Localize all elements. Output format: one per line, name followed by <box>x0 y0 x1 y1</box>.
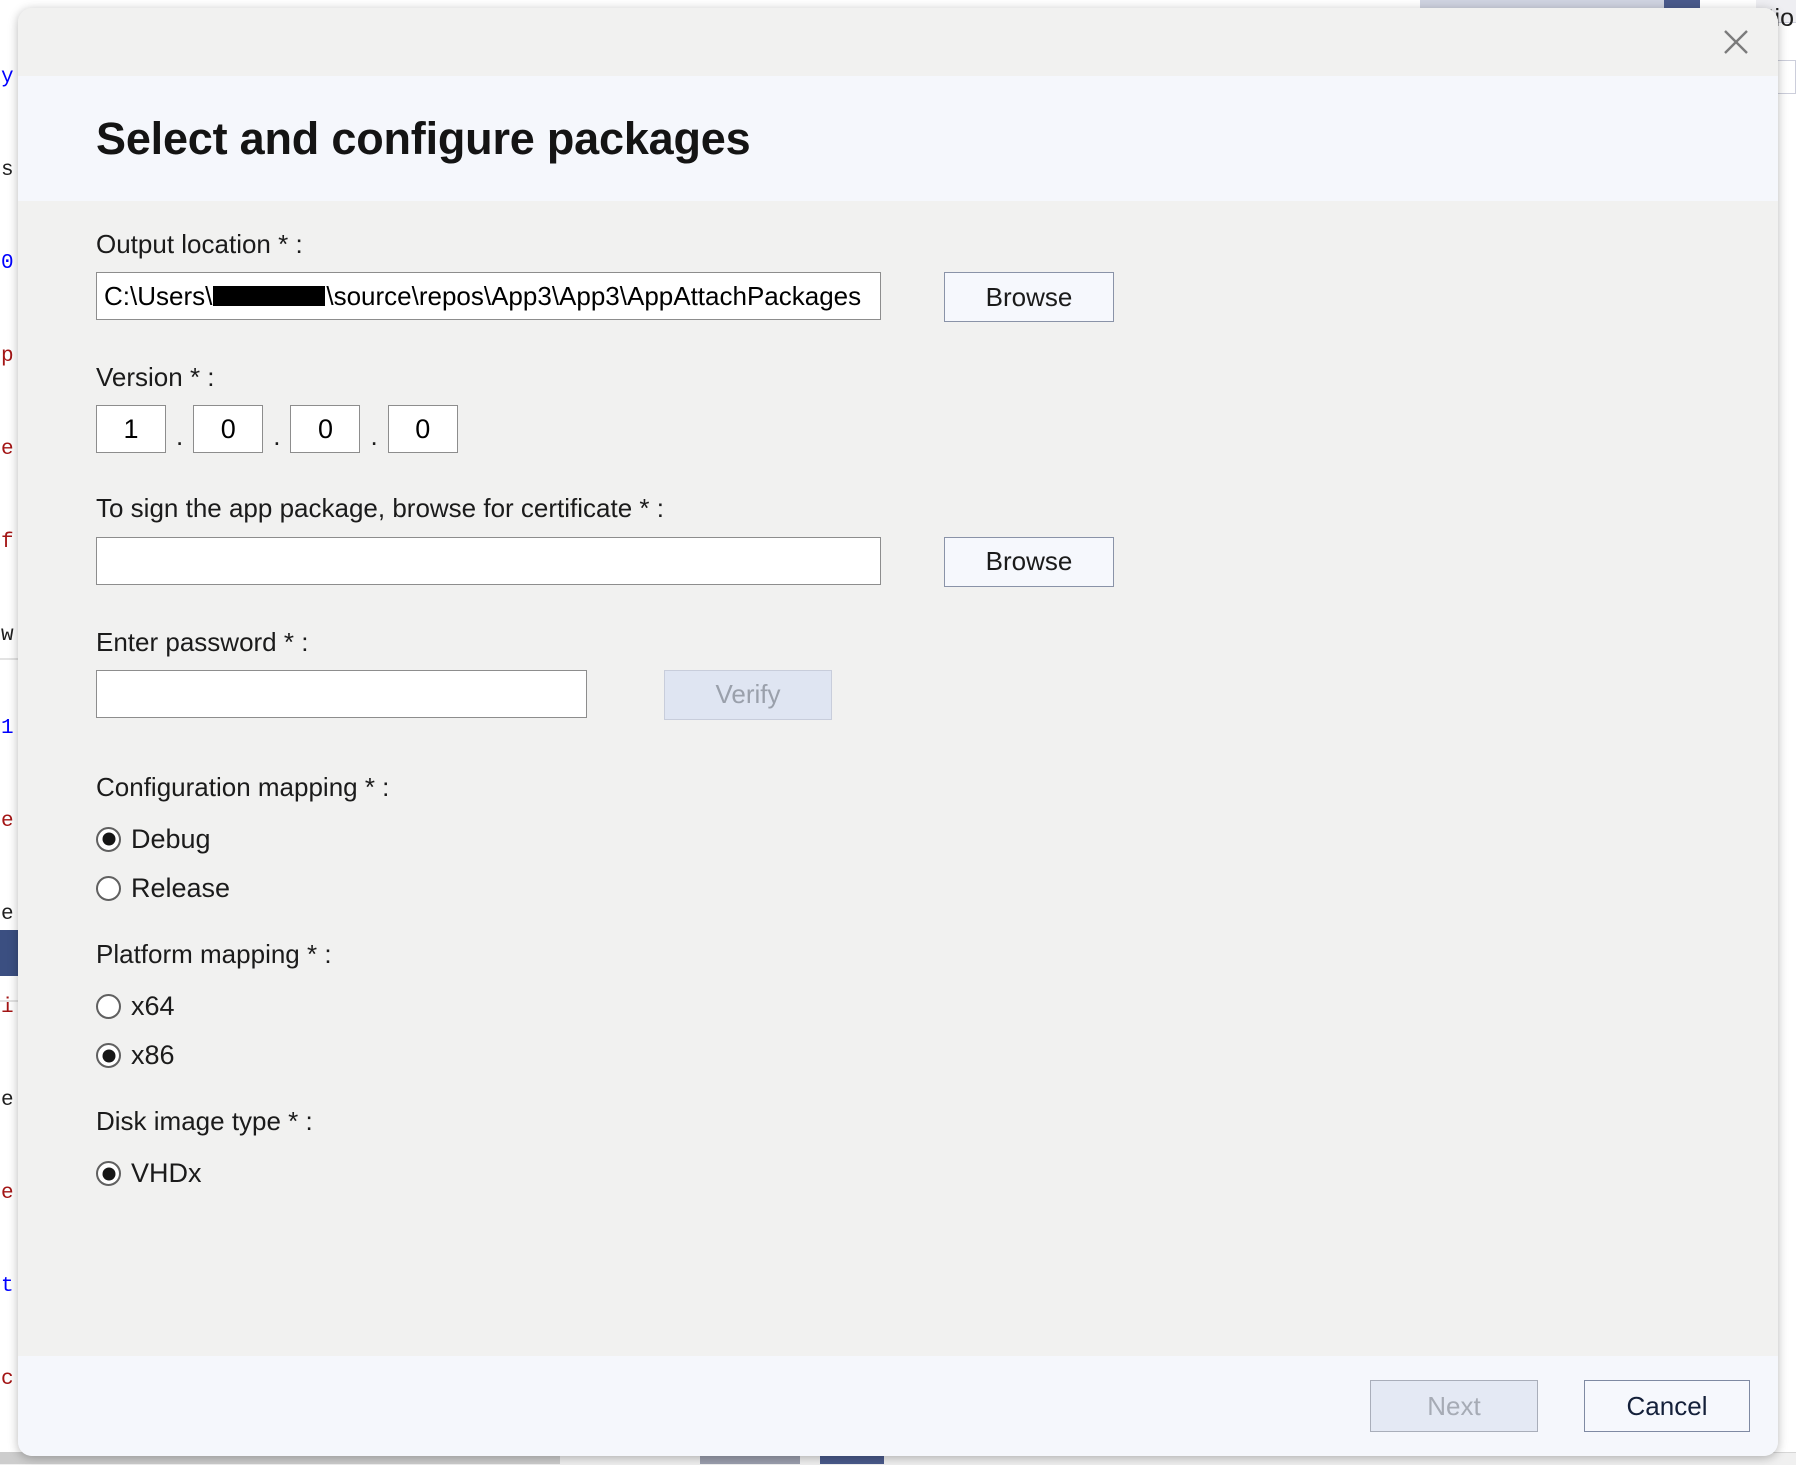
certificate-input[interactable] <box>96 537 881 585</box>
radio-icon-x86[interactable] <box>96 1043 121 1068</box>
next-button[interactable]: Next <box>1370 1380 1538 1432</box>
version-row: . . . <box>96 405 1700 453</box>
output-location-input[interactable]: C:\Users\ \source\repos\App3\App3\AppAtta… <box>96 272 881 320</box>
radio-option-release[interactable]: Release <box>96 864 1700 913</box>
radio-label-vhdx: VHDx <box>131 1160 202 1187</box>
radio-icon-vhdx[interactable] <box>96 1161 121 1186</box>
radio-label-debug: Debug <box>131 826 211 853</box>
close-icon[interactable] <box>1708 18 1764 66</box>
page-title: Select and configure packages <box>96 113 750 165</box>
radio-label-release: Release <box>131 875 230 902</box>
select-and-configure-packages-dialog: Select and configure packages Output loc… <box>18 8 1778 1456</box>
password-input[interactable] <box>96 670 587 718</box>
radio-option-x86[interactable]: x86 <box>96 1031 1700 1080</box>
version-label: Version * : <box>96 362 1700 393</box>
output-location-suffix: \source\repos\App3\App3\AppAttachPackage… <box>326 281 861 312</box>
dialog-header: Select and configure packages <box>18 76 1778 201</box>
version-build-input[interactable] <box>290 405 360 453</box>
version-separator: . <box>263 419 290 453</box>
redacted-username <box>213 286 325 306</box>
certificate-row: Browse <box>96 537 1700 587</box>
platform-mapping-label: Platform mapping * : <box>96 939 1700 970</box>
radio-option-x64[interactable]: x64 <box>96 982 1700 1031</box>
radio-option-vhdx[interactable]: VHDx <box>96 1149 1700 1198</box>
dialog-titlebar <box>18 8 1778 76</box>
dialog-footer: Next Cancel <box>18 1356 1778 1456</box>
password-label: Enter password * : <box>96 627 1700 658</box>
radio-icon-release[interactable] <box>96 876 121 901</box>
certificate-browse-button[interactable]: Browse <box>944 537 1114 587</box>
disk-image-type-label: Disk image type * : <box>96 1106 1700 1137</box>
version-separator: . <box>166 419 193 453</box>
radio-label-x86: x86 <box>131 1042 175 1069</box>
radio-icon-debug[interactable] <box>96 827 121 852</box>
certificate-label: To sign the app package, browse for cert… <box>96 493 1700 524</box>
output-location-label: Output location * : <box>96 229 1700 260</box>
version-revision-input[interactable] <box>388 405 458 453</box>
radio-label-x64: x64 <box>131 993 175 1020</box>
dialog-body: Output location * : C:\Users\ \source\rep… <box>18 201 1778 1356</box>
cancel-button[interactable]: Cancel <box>1584 1380 1750 1432</box>
output-location-prefix: C:\Users\ <box>104 281 212 312</box>
version-minor-input[interactable] <box>193 405 263 453</box>
password-row: Verify <box>96 670 1700 720</box>
version-separator: . <box>360 419 387 453</box>
output-location-browse-button[interactable]: Browse <box>944 272 1114 322</box>
configuration-mapping-label: Configuration mapping * : <box>96 772 1700 803</box>
radio-icon-x64[interactable] <box>96 994 121 1019</box>
radio-option-debug[interactable]: Debug <box>96 815 1700 864</box>
output-location-row: C:\Users\ \source\repos\App3\App3\AppAtta… <box>96 272 1700 322</box>
version-major-input[interactable] <box>96 405 166 453</box>
verify-button[interactable]: Verify <box>664 670 832 720</box>
